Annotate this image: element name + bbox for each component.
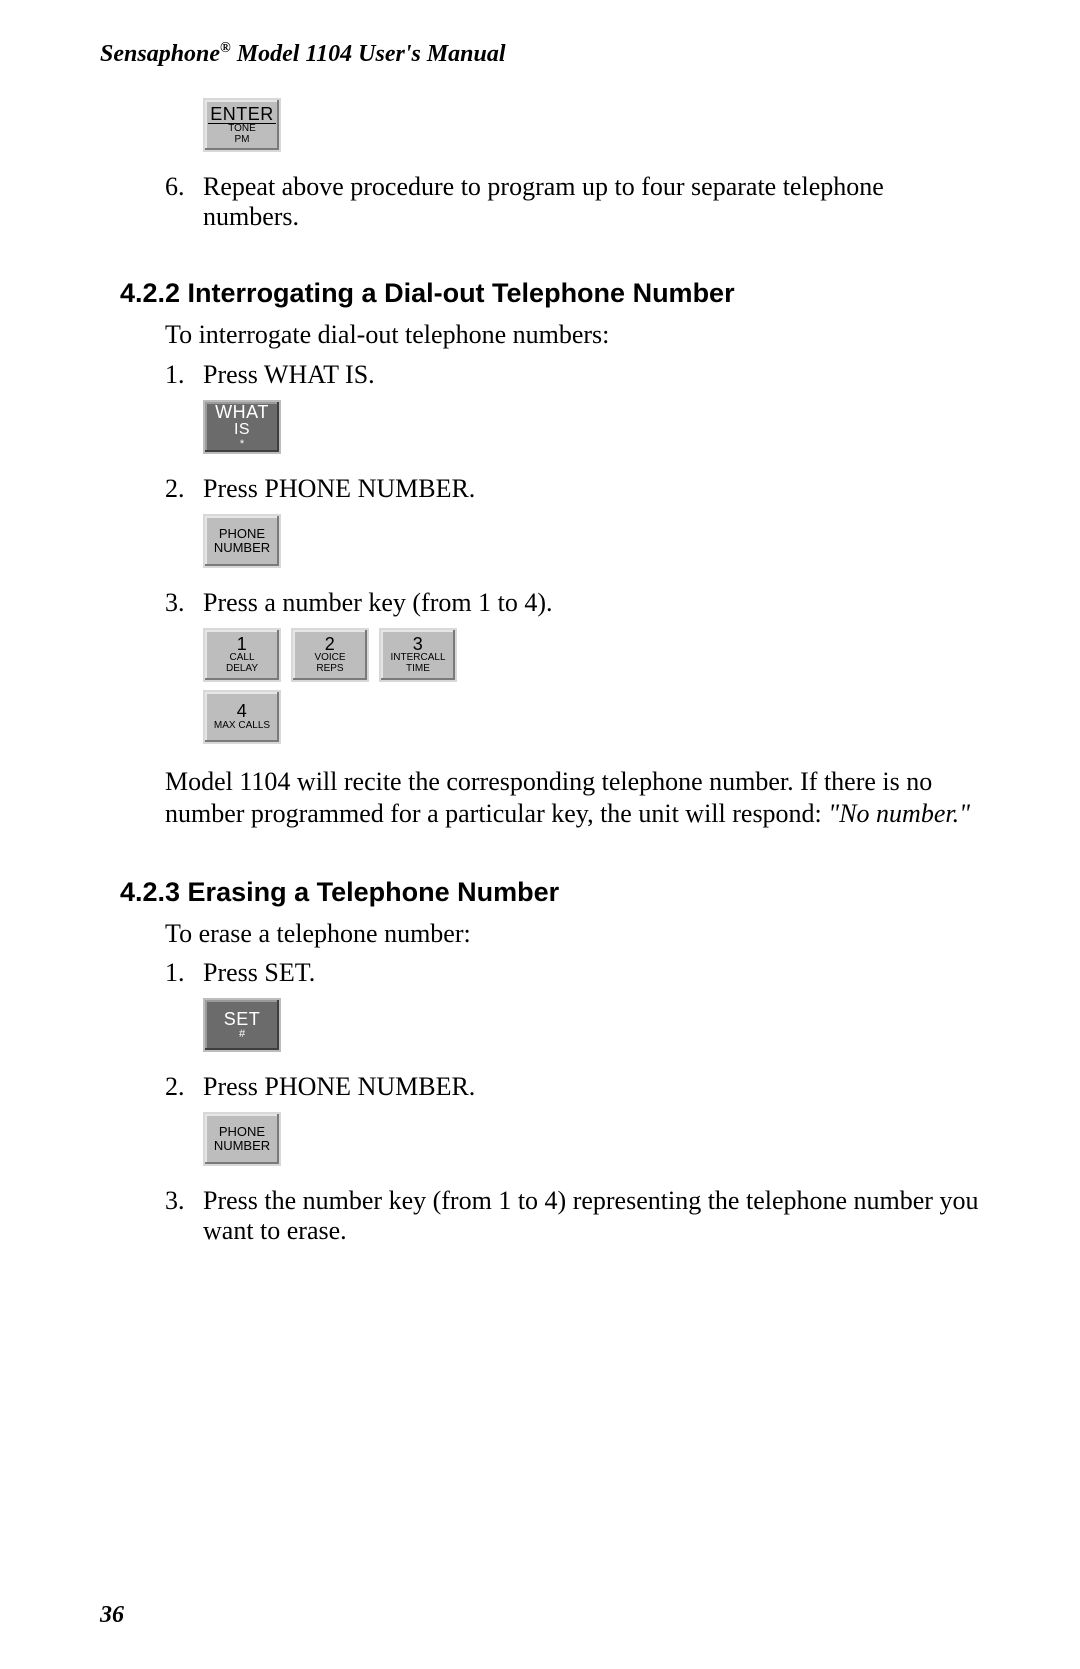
phone2-line1: PHONE	[219, 1125, 265, 1139]
list-number: 2.	[165, 1072, 203, 1102]
what-is-line1: WHAT	[215, 403, 269, 422]
what-is-line2: IS	[234, 422, 250, 439]
s422-step2: 2. Press PHONE NUMBER. PHONE NUMBER	[165, 474, 980, 582]
set-line2: #	[239, 1029, 245, 1041]
s423-step3: 3. Press the number key (from 1 to 4) re…	[165, 1186, 980, 1246]
enter-button: ENTER TONE PM	[203, 98, 281, 152]
s422-step1: 1. Press WHAT IS. WHAT IS *	[165, 360, 980, 468]
s423-step1: 1. Press SET. SET #	[165, 958, 980, 1066]
list-number: 1.	[165, 958, 203, 988]
key-1-button: 1 CALL DELAY	[203, 628, 281, 682]
phone-line1: PHONE	[219, 527, 265, 541]
enter-button-sub2: PM	[235, 135, 250, 146]
list-number: 2.	[165, 474, 203, 504]
key-4-l1: MAX CALLS	[214, 721, 270, 732]
set-button: SET #	[203, 998, 281, 1052]
s422-step3: 3. Press a number key (from 1 to 4). 1 C…	[165, 588, 980, 758]
key-2-button: 2 VOICE REPS	[291, 628, 369, 682]
section-423-intro: To erase a telephone number:	[165, 918, 980, 951]
phone-line2: NUMBER	[214, 541, 270, 555]
header-prefix: Sensaphone	[100, 41, 220, 67]
key-3-num: 3	[413, 635, 424, 654]
prior-step-button-row: ENTER TONE PM	[165, 98, 980, 166]
header-suffix: Model 1104 User's Manual	[231, 41, 506, 67]
key-2-num: 2	[325, 635, 336, 654]
list-number: 1.	[165, 360, 203, 390]
phone-number-button-2: PHONE NUMBER	[203, 1112, 281, 1166]
section-422-intro: To interrogate dial-out telephone number…	[165, 319, 980, 352]
header-reg: ®	[220, 40, 231, 56]
list-text: Press PHONE NUMBER.	[203, 1072, 980, 1102]
what-is-line3: *	[240, 439, 244, 451]
list-text: Press PHONE NUMBER.	[203, 474, 980, 504]
key-2-l2: REPS	[316, 664, 343, 675]
list-number: 3.	[165, 1186, 203, 1216]
list-text: Press SET.	[203, 958, 980, 988]
s423-step2: 2. Press PHONE NUMBER. PHONE NUMBER	[165, 1072, 980, 1180]
key-4-button: 4 MAX CALLS	[203, 690, 281, 744]
set-line1: SET	[224, 1010, 261, 1029]
key-1-l2: DELAY	[226, 664, 258, 675]
section-422-outro: Model 1104 will recite the corresponding…	[165, 766, 980, 831]
outro-quote: "No number."	[828, 799, 970, 828]
list-text: Press WHAT IS.	[203, 360, 980, 390]
outro-text: Model 1104 will recite the corresponding…	[165, 767, 932, 829]
list-text: Press the number key (from 1 to 4) repre…	[203, 1186, 980, 1246]
list-number: 3.	[165, 588, 203, 618]
running-header: Sensaphone® Model 1104 User's Manual	[100, 40, 980, 68]
page-number: 36	[100, 1602, 124, 1629]
list-item-6: 6. Repeat above procedure to program up …	[165, 172, 980, 232]
key-3-button: 3 INTERCALL TIME	[379, 628, 457, 682]
phone2-line2: NUMBER	[214, 1139, 270, 1153]
list-text: Repeat above procedure to program up to …	[203, 172, 980, 232]
list-text: Press a number key (from 1 to 4).	[203, 588, 980, 618]
what-is-button: WHAT IS *	[203, 400, 281, 454]
key-1-num: 1	[237, 635, 248, 654]
list-number: 6.	[165, 172, 203, 202]
key-4-num: 4	[237, 702, 248, 721]
phone-number-button: PHONE NUMBER	[203, 514, 281, 568]
section-heading-422: 4.2.2 Interrogating a Dial-out Telephone…	[120, 278, 980, 309]
key-3-l2: TIME	[406, 664, 430, 675]
section-heading-423: 4.2.3 Erasing a Telephone Number	[120, 877, 980, 908]
enter-button-label: ENTER	[208, 105, 276, 125]
